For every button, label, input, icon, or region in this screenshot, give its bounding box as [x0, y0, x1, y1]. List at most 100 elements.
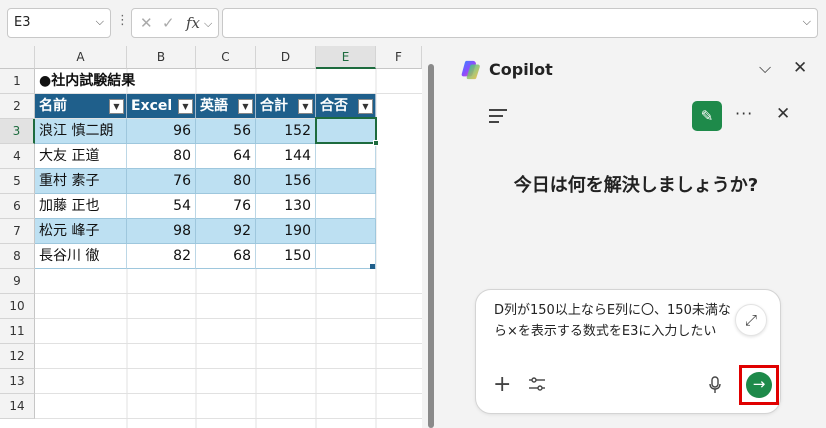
row-header[interactable]: 11: [0, 319, 35, 344]
filter-dropdown-icon[interactable]: ▼: [358, 99, 373, 114]
table-header-name[interactable]: 名前 ▼: [35, 94, 127, 119]
edit-icon: ✎: [700, 107, 714, 125]
expand-icon: ⤢: [744, 311, 757, 329]
active-cell-selection[interactable]: [315, 117, 379, 146]
row-header[interactable]: 1: [0, 69, 35, 94]
cell-english[interactable]: 56: [196, 119, 256, 144]
cell-result[interactable]: [316, 194, 376, 219]
microphone-icon[interactable]: [709, 376, 721, 394]
row-header[interactable]: 8: [0, 244, 35, 269]
cell-english[interactable]: 64: [196, 144, 256, 169]
chevron-down-icon[interactable]: ⌵: [96, 15, 104, 29]
row-header[interactable]: 10: [0, 294, 35, 319]
formula-input[interactable]: ⌵: [222, 8, 818, 38]
chevron-down-icon[interactable]: ⌵: [803, 15, 811, 29]
send-button-highlight: →: [739, 365, 779, 405]
table-header-english[interactable]: 英語 ▼: [196, 94, 256, 119]
formula-bar: E3 ⌵ ⋮ ✕ ✓ fx ⌵ ⌵: [0, 0, 826, 46]
cell-english[interactable]: 80: [196, 169, 256, 194]
spreadsheet-grid[interactable]: A B C D E F 1 2 3 4 5 6 7 8 9 10 11 12 1…: [0, 46, 422, 428]
table-header-result[interactable]: 合否 ▼: [316, 94, 376, 119]
cell-excel[interactable]: 82: [127, 244, 196, 269]
column-header-a[interactable]: A: [35, 46, 127, 69]
cell-english[interactable]: 76: [196, 194, 256, 219]
copilot-greeting: 今日は何を解決しましょうか?: [513, 175, 759, 196]
cell-result[interactable]: [316, 144, 376, 169]
column-header-c[interactable]: C: [196, 46, 256, 69]
row-header[interactable]: 13: [0, 369, 35, 394]
row-header[interactable]: 5: [0, 169, 35, 194]
filter-dropdown-icon[interactable]: ▼: [298, 99, 313, 114]
prompt-input[interactable]: D列が150以上ならE列に〇、150未満なら×を表示する数式をE3に入力したい: [494, 300, 734, 342]
chevron-down-icon[interactable]: ⌵: [204, 17, 212, 31]
cell-excel[interactable]: 96: [127, 119, 196, 144]
expand-button[interactable]: ⤢: [735, 304, 767, 336]
table-header-excel[interactable]: Excel ▼: [127, 94, 196, 119]
new-chat-button[interactable]: ✎: [692, 101, 722, 131]
cell-english[interactable]: 68: [196, 244, 256, 269]
column-header-e[interactable]: E: [316, 46, 376, 69]
row-header[interactable]: 14: [0, 394, 35, 419]
fill-handle[interactable]: [373, 140, 379, 146]
row-header[interactable]: 4: [0, 144, 35, 169]
row-header[interactable]: 7: [0, 219, 35, 244]
check-icon[interactable]: ✓: [162, 14, 175, 32]
close-icon[interactable]: ✕: [793, 58, 807, 78]
close-icon[interactable]: ✕: [776, 104, 790, 124]
copilot-pane: Copilot ⌵ ✕ ✎ ··· ✕ 今日は何を解決しましょうか? D列が15…: [446, 46, 826, 428]
cell-name[interactable]: 大友 正道: [35, 144, 127, 169]
cell-excel[interactable]: 80: [127, 144, 196, 169]
filter-dropdown-icon[interactable]: ▼: [238, 99, 253, 114]
more-options-icon[interactable]: ···: [735, 104, 753, 123]
excel-window: E3 ⌵ ⋮ ✕ ✓ fx ⌵ ⌵ A B C D E F 1 2 3 4 5 …: [0, 0, 826, 428]
row-header[interactable]: 12: [0, 344, 35, 369]
function-icon[interactable]: fx: [186, 14, 200, 32]
sliders-icon[interactable]: [528, 376, 546, 392]
row-header[interactable]: 2: [0, 94, 35, 119]
row-header[interactable]: 6: [0, 194, 35, 219]
cell-total[interactable]: 152: [256, 119, 316, 144]
cell-result[interactable]: [316, 244, 376, 269]
send-button[interactable]: →: [746, 372, 772, 398]
row-header[interactable]: 9: [0, 269, 35, 294]
select-all-corner[interactable]: [0, 46, 35, 69]
cell-result[interactable]: [316, 219, 376, 244]
cell-total[interactable]: 156: [256, 169, 316, 194]
chevron-down-icon[interactable]: ⌵: [759, 58, 771, 78]
cell-name[interactable]: 加藤 正也: [35, 194, 127, 219]
menu-icon[interactable]: [489, 109, 507, 123]
row-header[interactable]: 3: [0, 119, 35, 144]
table-header-total[interactable]: 合計 ▼: [256, 94, 316, 119]
table-resize-handle[interactable]: [370, 264, 375, 269]
cell-name[interactable]: 長谷川 徹: [35, 244, 127, 269]
cell-excel[interactable]: 76: [127, 169, 196, 194]
cell-name[interactable]: 重村 素子: [35, 169, 127, 194]
cell-total[interactable]: 144: [256, 144, 316, 169]
name-box[interactable]: E3 ⌵: [7, 8, 111, 38]
prompt-box[interactable]: D列が150以上ならE列に〇、150未満なら×を表示する数式をE3に入力したい …: [475, 289, 781, 414]
table-header-label: 英語: [200, 98, 228, 114]
scrollbar-thumb[interactable]: [428, 64, 434, 428]
column-header-d[interactable]: D: [256, 46, 316, 69]
cell-total[interactable]: 190: [256, 219, 316, 244]
cell-result[interactable]: [316, 169, 376, 194]
filter-dropdown-icon[interactable]: ▼: [178, 99, 193, 114]
column-header-b[interactable]: B: [127, 46, 196, 69]
cancel-icon[interactable]: ✕: [140, 14, 153, 32]
cell-total[interactable]: 150: [256, 244, 316, 269]
cell-english[interactable]: 92: [196, 219, 256, 244]
cell-name[interactable]: 松元 峰子: [35, 219, 127, 244]
table-header-label: 名前: [39, 98, 67, 114]
cell-excel[interactable]: 54: [127, 194, 196, 219]
copilot-title: Copilot: [489, 60, 553, 79]
cell-total[interactable]: 130: [256, 194, 316, 219]
cell-name[interactable]: 浪江 慎二朗: [35, 119, 127, 144]
column-header-f[interactable]: F: [376, 46, 422, 69]
table-header-label: 合計: [260, 98, 288, 114]
sheet-title[interactable]: ●社内試験結果: [35, 69, 215, 94]
vertical-scrollbar[interactable]: [427, 60, 435, 428]
filter-dropdown-icon[interactable]: ▼: [109, 99, 124, 114]
more-vertical-icon[interactable]: ⋮: [116, 13, 129, 28]
cell-excel[interactable]: 98: [127, 219, 196, 244]
plus-icon[interactable]: +: [493, 372, 511, 397]
